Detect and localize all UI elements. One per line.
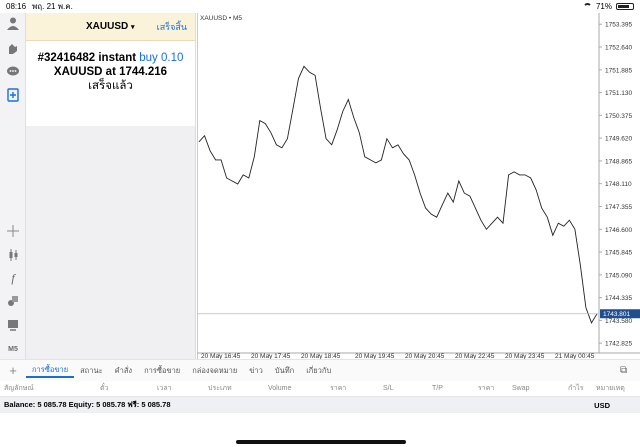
expand-panel-icon[interactable]: ⧉ bbox=[620, 365, 640, 376]
order-result: #32416482 instant buy 0.10 XAUUSD at 174… bbox=[26, 41, 195, 93]
function-icon[interactable]: f bbox=[5, 270, 21, 286]
price-tick-label: 1748.865 bbox=[605, 158, 632, 165]
order-header: XAUUSD ▾ เสร็จสิ้น bbox=[26, 13, 195, 41]
order-volume: buy 0.10 bbox=[139, 52, 184, 64]
order-status: เสร็จแล้ว bbox=[88, 80, 133, 92]
col-price[interactable]: ราคา bbox=[330, 383, 346, 394]
user-icon[interactable] bbox=[5, 15, 21, 31]
trade-table-header: สัญลักษณ์ ตั๋ว เวลา ประเภท Volume ราคา S… bbox=[0, 381, 640, 397]
price-tick-label: 1748.110 bbox=[605, 181, 632, 188]
price-tick-label: 1753.395 bbox=[605, 22, 632, 29]
col-ticket[interactable]: ตั๋ว bbox=[100, 383, 108, 394]
price-tick-label: 1742.825 bbox=[605, 341, 632, 348]
col-tp[interactable]: T/P bbox=[432, 385, 443, 392]
col-comment[interactable]: หมายเหตุ bbox=[596, 383, 625, 394]
price-tick-label: 1751.130 bbox=[605, 90, 632, 97]
tab-news[interactable]: ข่าว bbox=[243, 365, 269, 377]
add-icon[interactable]: + bbox=[0, 363, 26, 378]
terminal-tabs: + การซื้อขาย สถานะ คำสั่ง การซื้อขาย กล่… bbox=[0, 359, 640, 381]
status-time: 08:16 bbox=[6, 2, 27, 11]
status-bar: 08:16 พฤ. 21 พ.ค. 71% bbox=[0, 0, 640, 13]
col-swap[interactable]: Swap bbox=[512, 385, 530, 392]
panel-background bbox=[26, 126, 196, 359]
price-tick-label: 1749.620 bbox=[605, 136, 632, 143]
col-sl[interactable]: S/L bbox=[383, 385, 394, 392]
order-ticket: #32416482 instant bbox=[37, 52, 137, 64]
tab-mailbox[interactable]: กล่องจดหมาย bbox=[186, 365, 243, 377]
price-chart[interactable]: XAUUSD • M5 1753.395 1752.640 1751.885 1751… bbox=[196, 13, 640, 360]
order-symbol: XAUUSD at bbox=[53, 66, 116, 78]
tab-trade[interactable]: การซื้อขาย bbox=[26, 364, 75, 378]
col-current-price[interactable]: ราคา bbox=[478, 383, 494, 394]
price-tick-label: 1750.375 bbox=[605, 113, 632, 120]
chart-canvas[interactable]: 1753.395 1752.640 1751.885 1751.130 1750.375… bbox=[196, 13, 640, 360]
symbol-selector[interactable]: XAUUSD ▾ bbox=[86, 21, 135, 32]
col-profit[interactable]: กำไร bbox=[568, 383, 583, 394]
home-indicator bbox=[236, 440, 406, 444]
order-confirmation-panel: XAUUSD ▾ เสร็จสิ้น #32416482 instant buy… bbox=[26, 13, 196, 126]
tab-journal[interactable]: บันทึก bbox=[269, 365, 300, 377]
battery-icon bbox=[616, 3, 634, 10]
price-tick-label: 1752.640 bbox=[605, 44, 632, 51]
crosshair-icon[interactable] bbox=[5, 223, 21, 239]
order-price: 1744.216 bbox=[119, 66, 168, 78]
template-icon[interactable] bbox=[5, 317, 21, 333]
document-plus-icon[interactable] bbox=[5, 87, 21, 103]
battery-percent: 71% bbox=[595, 2, 612, 11]
price-tick-label: 1743.580 bbox=[605, 318, 632, 325]
status-date: พฤ. 21 พ.ค. bbox=[32, 2, 73, 11]
timeframe-icon[interactable]: M5 bbox=[5, 341, 21, 357]
left-toolbar: f M5 bbox=[0, 13, 26, 373]
object-icon[interactable] bbox=[5, 293, 21, 309]
wifi-icon bbox=[582, 3, 592, 10]
col-time[interactable]: เวลา bbox=[157, 383, 172, 394]
balance-row: Balance: 5 085.78 Equity: 5 085.78 ฟรี: … bbox=[0, 397, 640, 413]
col-volume[interactable]: Volume bbox=[268, 385, 291, 392]
done-button[interactable]: เสร็จสิ้น bbox=[157, 20, 187, 34]
current-price-label: 1743.801 bbox=[603, 311, 630, 318]
col-type[interactable]: ประเภท bbox=[208, 383, 232, 394]
tab-orders[interactable]: คำสั่ง bbox=[109, 365, 138, 377]
col-symbol[interactable]: สัญลักษณ์ bbox=[4, 383, 34, 394]
price-tick-label: 1746.600 bbox=[605, 227, 632, 234]
chart-symbol-label: XAUUSD • M5 bbox=[200, 15, 243, 22]
price-tick-label: 1747.355 bbox=[605, 204, 632, 211]
price-tick-label: 1745.090 bbox=[605, 272, 632, 279]
tab-history[interactable]: การซื้อขาย bbox=[138, 365, 186, 377]
chevron-down-icon: ▾ bbox=[131, 24, 135, 31]
price-tick-label: 1744.335 bbox=[605, 295, 632, 302]
hand-icon[interactable] bbox=[5, 40, 21, 56]
candle-icon[interactable] bbox=[5, 247, 21, 263]
price-tick-label: 1751.885 bbox=[605, 67, 632, 74]
balance-summary: Balance: 5 085.78 Equity: 5 085.78 ฟรี: … bbox=[4, 400, 171, 409]
chat-icon[interactable] bbox=[5, 64, 21, 80]
tab-about[interactable]: เกี่ยวกับ bbox=[300, 365, 337, 377]
tab-status[interactable]: สถานะ bbox=[74, 365, 109, 377]
account-currency: USD bbox=[594, 400, 610, 410]
price-tick-label: 1745.845 bbox=[605, 250, 632, 257]
